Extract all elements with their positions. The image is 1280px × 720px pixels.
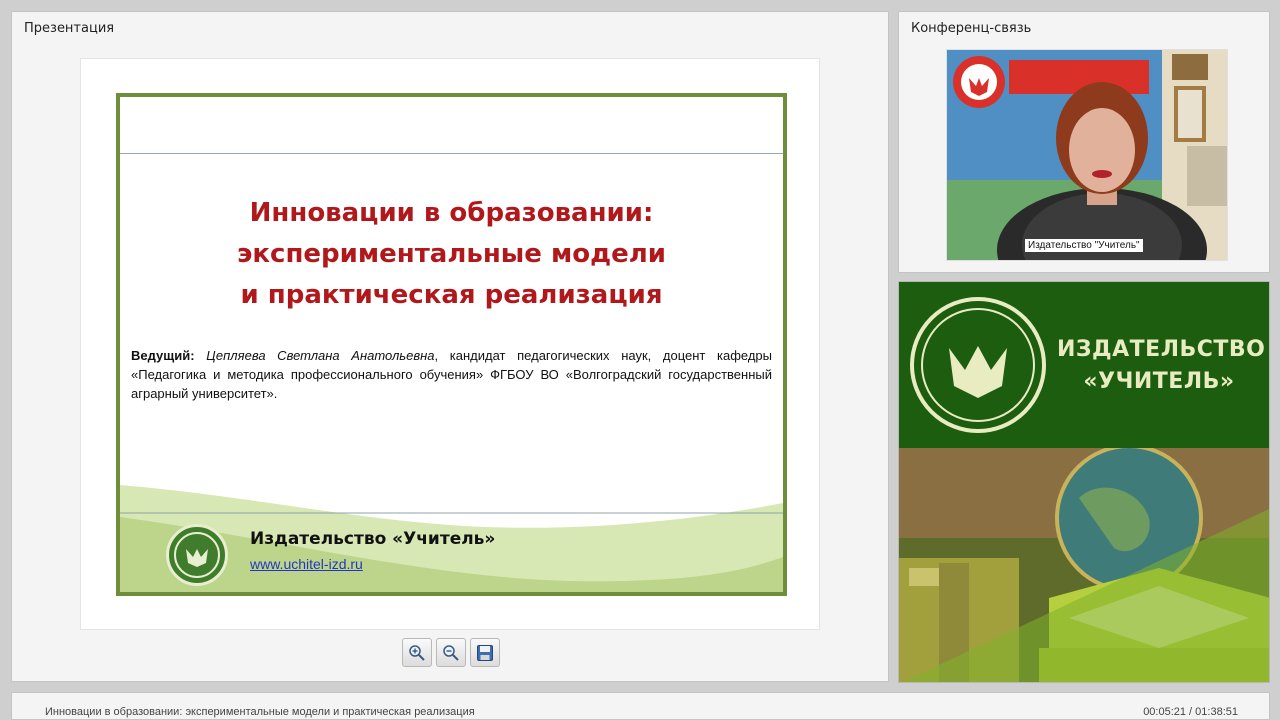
save-button[interactable] <box>470 638 500 667</box>
status-presentation-title: Инновации в образовании: экспериментальн… <box>45 706 475 718</box>
slide-toolbar <box>402 638 500 667</box>
speaker-video-frame <box>947 50 1227 260</box>
slide-host-name: Цепляева Светлана Анатольевна <box>206 348 435 363</box>
slide-title-line-3: и практическая реализация <box>240 280 663 310</box>
slide-title: Инновации в образовании: экспериментальн… <box>120 193 783 316</box>
banner-line-1: ИЗДАТЕЛЬСТВО <box>1057 337 1266 362</box>
speaker-video[interactable]: Издательство "Учитель" <box>946 49 1228 261</box>
zoom-in-icon <box>409 644 425 661</box>
publisher-banner: ИЗДАТЕЛЬСТВО «УЧИТЕЛЬ» <box>898 281 1270 683</box>
conference-panel-title: Конференц-связь <box>911 21 1032 36</box>
zoom-out-button[interactable] <box>436 638 466 667</box>
banner-header: ИЗДАТЕЛЬСТВО «УЧИТЕЛЬ» <box>899 282 1269 448</box>
slide-publisher-name: Издательство «Учитель» <box>250 529 496 549</box>
slide-host-info: Ведущий: Цепляева Светлана Анатольевна, … <box>131 346 772 403</box>
slide: Инновации в образовании: экспериментальн… <box>116 93 787 596</box>
slide-publisher-link[interactable]: www.uchitel-izd.ru <box>250 556 363 572</box>
publisher-logo <box>166 524 228 586</box>
playback-time: 00:05:21 / 01:38:51 <box>1143 706 1238 718</box>
banner-title: ИЗДАТЕЛЬСТВО «УЧИТЕЛЬ» <box>1057 334 1266 398</box>
zoom-out-icon <box>443 644 459 661</box>
slide-title-line-1: Инновации в образовании: <box>249 198 654 228</box>
banner-logo-icon <box>910 297 1046 433</box>
floppy-disk-icon <box>477 644 493 661</box>
presentation-panel: Презентация Инновации в образовании: экс… <box>11 11 889 682</box>
slide-divider-top <box>120 153 783 154</box>
speaker-caption: Издательство "Учитель" <box>1025 239 1143 252</box>
conference-panel: Конференц-связь Издательство "Учитель" <box>898 11 1270 273</box>
status-bar: Инновации в образовании: экспериментальн… <box>11 692 1270 720</box>
banner-books-image <box>899 448 1269 682</box>
banner-line-2: «УЧИТЕЛЬ» <box>1083 369 1235 394</box>
zoom-in-button[interactable] <box>402 638 432 667</box>
slide-title-line-2: экспериментальные модели <box>236 239 666 269</box>
presentation-panel-title: Презентация <box>24 21 115 36</box>
slide-viewer[interactable]: Инновации в образовании: экспериментальн… <box>80 58 820 630</box>
slide-host-label: Ведущий: <box>131 348 195 363</box>
